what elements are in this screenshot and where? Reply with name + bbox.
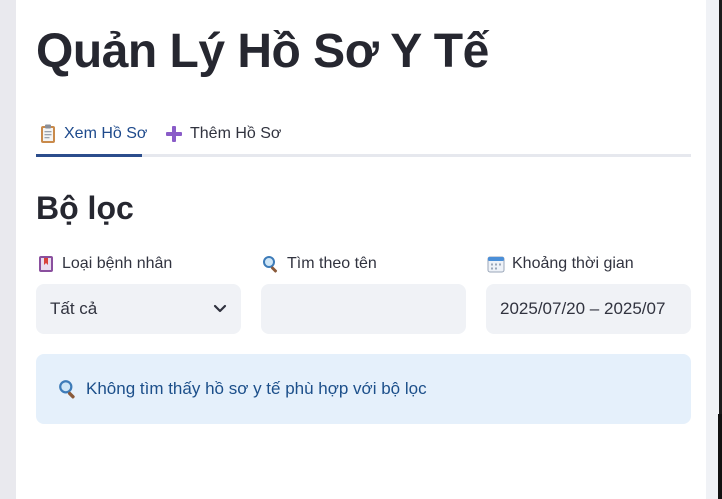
name-search-label: Tìm theo tên: [287, 255, 377, 272]
date-range-label-row: Khoảng thời gian: [486, 252, 691, 276]
no-results-message: Không tìm thấy hồ sơ y tế phù hợp với bộ…: [86, 379, 427, 398]
magnifier-icon: [261, 254, 281, 274]
patient-type-value: Tất cả: [50, 299, 98, 318]
main-content: Quản Lý Hồ Sơ Y Tế Xem Hồ Sơ Thêm Hồ Sơ …: [16, 0, 706, 499]
tab-view-records-label: Xem Hồ Sơ: [64, 125, 148, 142]
clipboard-icon: [38, 124, 58, 144]
patient-type-select[interactable]: Tất cả: [36, 284, 241, 334]
tab-add-record-label: Thêm Hồ Sơ: [190, 125, 282, 142]
patient-type-label-row: Loại bệnh nhân: [36, 252, 241, 276]
name-search-label-row: Tìm theo tên: [261, 252, 466, 276]
active-tab-indicator: [36, 154, 142, 157]
calendar-icon: [486, 254, 506, 274]
window-edge: [706, 0, 722, 499]
no-results-alert: Không tìm thấy hồ sơ y tế phù hợp với bộ…: [36, 354, 691, 424]
window-border-lower: [718, 414, 722, 499]
patient-type-label: Loại bệnh nhân: [62, 255, 173, 272]
name-search-input[interactable]: [261, 284, 466, 334]
plus-icon: [164, 124, 184, 144]
date-range-input[interactable]: 2025/07/20 – 2025/07: [486, 284, 691, 334]
name-search-filter: Tìm theo tên: [261, 252, 466, 334]
tab-bar: Xem Hồ Sơ Thêm Hồ Sơ: [36, 112, 691, 157]
patient-type-filter: Loại bệnh nhân Tất cả: [36, 252, 241, 334]
bookmark-icon: [36, 254, 56, 274]
tab-view-records[interactable]: Xem Hồ Sơ: [38, 118, 147, 150]
tab-add-record[interactable]: Thêm Hồ Sơ: [164, 118, 281, 150]
filter-section-title: Bộ lọc: [36, 190, 134, 226]
date-range-label: Khoảng thời gian: [512, 255, 634, 272]
date-range-filter: Khoảng thời gian 2025/07/20 – 2025/07: [486, 252, 691, 334]
date-range-value: 2025/07/20 – 2025/07: [500, 299, 666, 318]
page-title: Quản Lý Hồ Sơ Y Tế: [36, 25, 489, 78]
magnifier-icon: [58, 379, 78, 399]
chevron-down-icon[interactable]: [213, 302, 227, 316]
